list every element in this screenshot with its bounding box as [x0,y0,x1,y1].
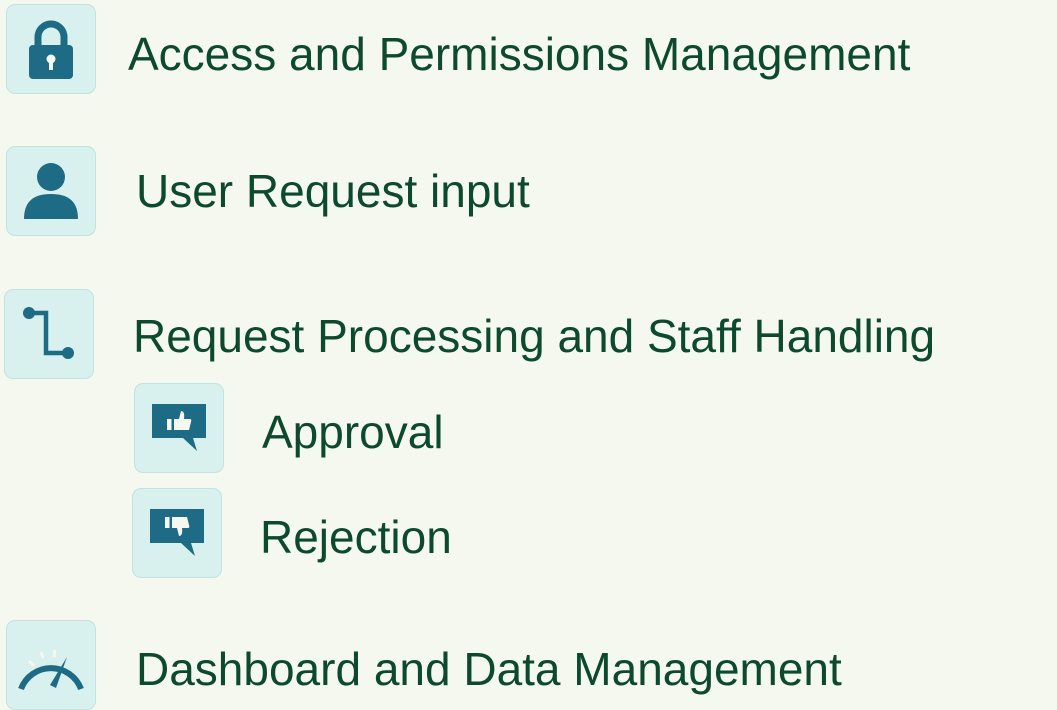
user-icon [20,161,82,221]
rejection-icon-tile [132,488,222,578]
approval-icon-tile [134,383,224,473]
item-dashboard-label: Dashboard and Data Management [136,643,842,695]
item-processing-label: Request Processing and Staff Handling [133,310,936,362]
flow-icon [19,304,79,364]
item-user-request-label: User Request input [136,165,530,217]
thumbs-down-icon [147,506,207,560]
sub-item-rejection-label: Rejection [260,511,452,563]
access-icon-tile [6,4,96,94]
flow-icon-tile [4,289,94,379]
gauge-icon [15,637,87,693]
sub-item-approval-label: Approval [262,406,444,458]
dashboard-icon-tile [6,620,96,710]
user-icon-tile [6,146,96,236]
lock-icon [24,17,78,81]
thumbs-up-icon [149,401,209,455]
item-access-label: Access and Permissions Management [128,28,911,80]
